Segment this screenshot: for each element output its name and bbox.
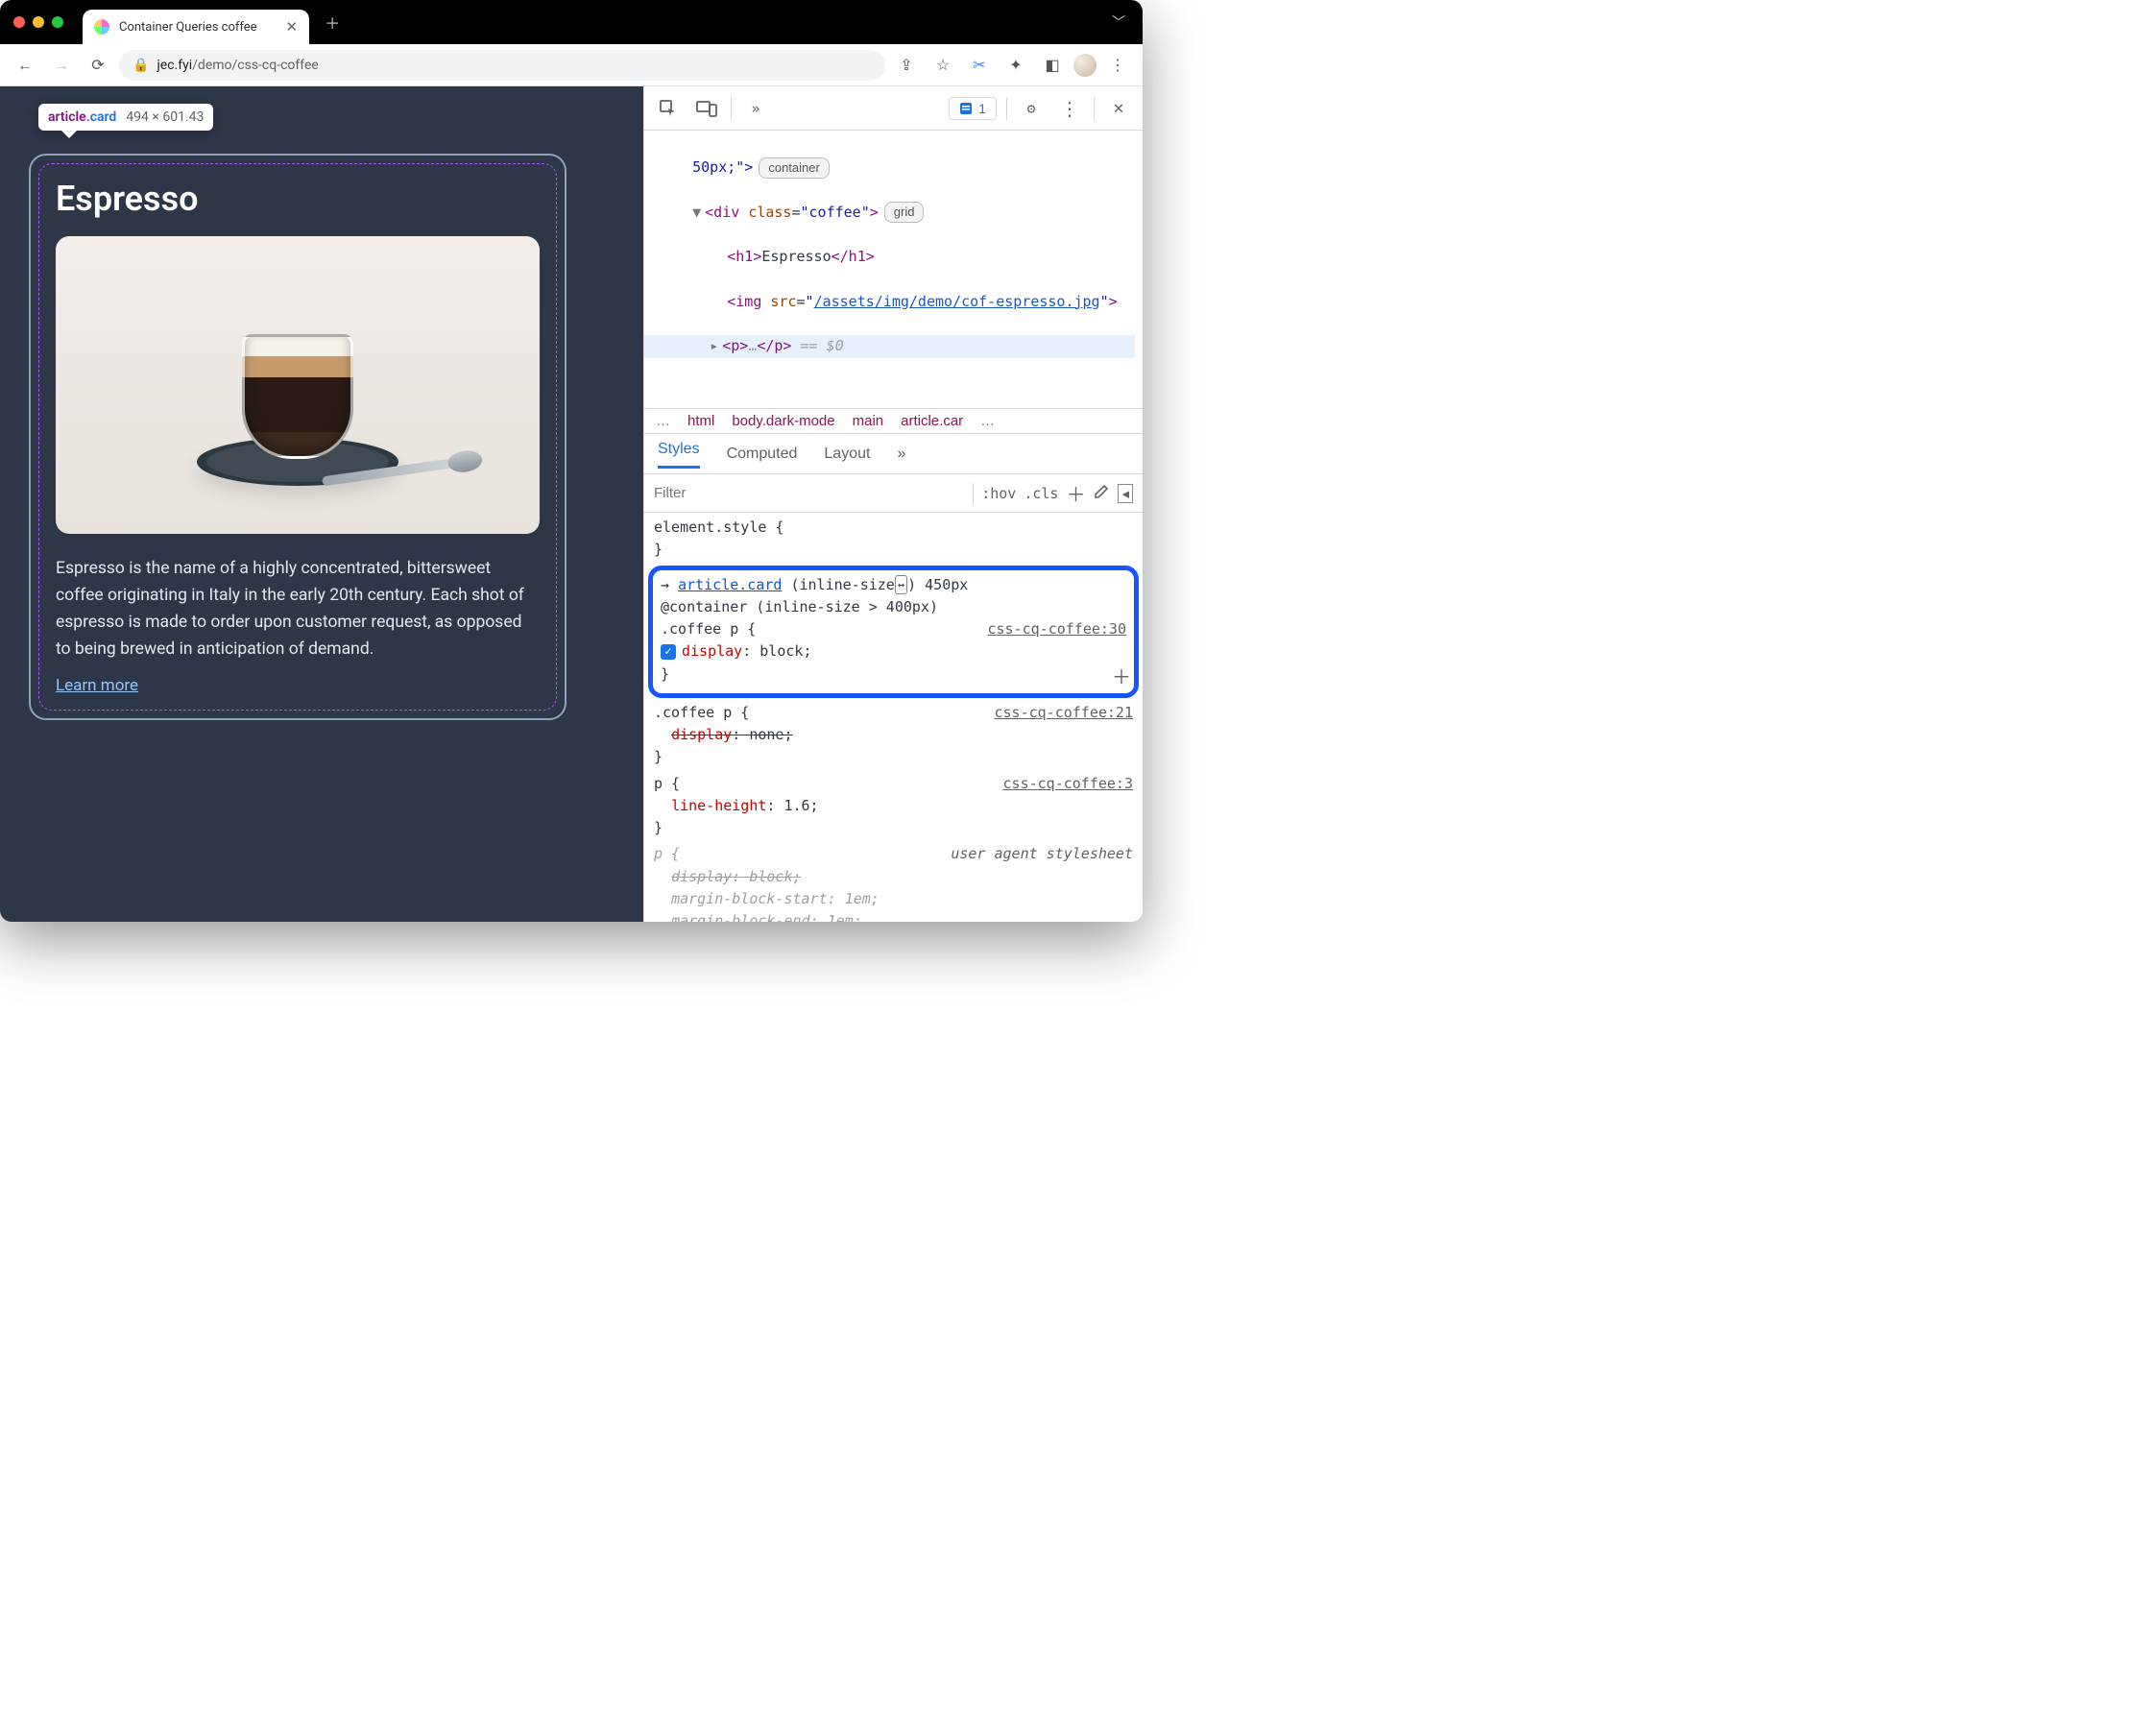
url-path: /demo/css-cq-coffee xyxy=(192,58,319,73)
card-image xyxy=(56,236,540,534)
source-link[interactable]: css-cq-coffee:21 xyxy=(995,702,1134,724)
tab-title: Container Queries coffee xyxy=(119,20,257,35)
tab-styles[interactable]: Styles xyxy=(658,441,700,469)
selected-element-row[interactable]: ▸<p>…</p> == $0 xyxy=(644,335,1135,357)
gear-icon: ⚙ xyxy=(1026,100,1035,117)
browser-window: Container Queries coffee ✕ ＋ ﹀ ← → ⟳ 🔒 j… xyxy=(0,0,1143,922)
title-bar: Container Queries coffee ✕ ＋ ﹀ xyxy=(0,0,1143,44)
tabs-overflow-icon[interactable]: ﹀ xyxy=(1112,12,1125,32)
p-rule[interactable]: p { css-cq-coffee:3 line-height: 1.6; } xyxy=(654,773,1133,840)
cq-rule[interactable]: → article.card (inline-size↔) 450px @con… xyxy=(661,574,1126,686)
element-inspector-tooltip: article.card 494 × 601.43 xyxy=(38,104,213,131)
breadcrumb-overflow-right[interactable]: … xyxy=(980,413,995,429)
profile-avatar[interactable] xyxy=(1073,54,1097,77)
crumb-body[interactable]: body.dark-mode xyxy=(732,413,834,429)
new-style-rule-button[interactable]: ＋ xyxy=(1066,479,1085,507)
settings-button[interactable]: ⚙ xyxy=(1017,94,1046,123)
cls-toggle[interactable]: .cls xyxy=(1024,485,1058,502)
ua-source: user agent stylesheet xyxy=(951,843,1133,865)
devtools-close-button[interactable]: ✕ xyxy=(1104,94,1133,123)
url-domain: jec.fyi xyxy=(157,58,192,73)
new-tab-button[interactable]: ＋ xyxy=(319,9,346,36)
devtools-panel: » 1 ⚙ ⋮ ✕ 50px;">container ▼<div class="… xyxy=(643,86,1143,922)
window-minimize-button[interactable] xyxy=(33,16,44,28)
crumb-html[interactable]: html xyxy=(687,413,714,429)
devtools-top-toolbar: » 1 ⚙ ⋮ ✕ xyxy=(644,86,1143,131)
back-button[interactable]: ← xyxy=(10,50,40,81)
crumb-article[interactable]: article.car xyxy=(901,413,963,429)
favicon-icon xyxy=(94,19,109,35)
ua-rule[interactable]: p { user agent stylesheet display: block… xyxy=(654,843,1133,922)
tooltip-selector-class: .card xyxy=(86,109,117,125)
device-toolbar-button[interactable] xyxy=(692,94,721,123)
cq-container-link[interactable]: article.card xyxy=(678,576,782,593)
container-query-rule-highlighted: → article.card (inline-size↔) 450px @con… xyxy=(648,566,1139,698)
paint-flash-button[interactable] xyxy=(1093,483,1110,504)
devtools-menu-button[interactable]: ⋮ xyxy=(1055,94,1084,123)
elements-tree[interactable]: 50px;">container ▼<div class="coffee">gr… xyxy=(644,131,1143,409)
card-paragraph: Espresso is the name of a highly concent… xyxy=(56,555,540,663)
tab-computed[interactable]: Computed xyxy=(727,446,798,463)
issues-button[interactable]: 1 xyxy=(949,97,997,120)
styles-panel[interactable]: element.style {} → article.card (inline-… xyxy=(644,513,1143,922)
tab-close-icon[interactable]: ✕ xyxy=(286,18,299,36)
crumb-main[interactable]: main xyxy=(853,413,884,429)
learn-more-link[interactable]: Learn more xyxy=(56,676,138,695)
browser-tab[interactable]: Container Queries coffee ✕ xyxy=(83,10,309,44)
inline-size-icon: ↔ xyxy=(895,575,907,595)
extensions-button[interactable]: ✦ xyxy=(1000,50,1031,81)
extension-scissors-icon[interactable]: ✂︎ xyxy=(964,50,995,81)
coffee-p-rule[interactable]: .coffee p { css-cq-coffee:21 display: no… xyxy=(654,702,1133,769)
window-close-button[interactable] xyxy=(13,16,25,28)
grid-badge[interactable]: grid xyxy=(884,202,925,223)
styles-filter-input[interactable] xyxy=(654,485,965,501)
styles-tabs: Styles Computed Layout » xyxy=(644,434,1143,474)
styles-filter-bar: :hov .cls ＋ ◂ xyxy=(644,474,1143,513)
inspect-element-button[interactable] xyxy=(654,94,683,123)
property-toggle-checkbox[interactable]: ✓ xyxy=(661,644,676,660)
webpage-viewport: article.card 494 × 601.43 Espresso Espre… xyxy=(0,86,643,922)
element-style-rule[interactable]: element.style {} xyxy=(654,517,1133,562)
forward-button[interactable]: → xyxy=(46,50,77,81)
lock-icon: 🔒 xyxy=(133,58,149,73)
address-bar[interactable]: 🔒 jec.fyi/demo/css-cq-coffee xyxy=(119,50,885,81)
add-property-button[interactable]: ＋ xyxy=(1112,663,1131,693)
card-heading: Espresso xyxy=(56,179,540,219)
hov-toggle[interactable]: :hov xyxy=(981,485,1016,502)
issues-count: 1 xyxy=(978,101,986,116)
share-button[interactable]: ⇪ xyxy=(891,50,922,81)
window-maximize-button[interactable] xyxy=(52,16,63,28)
source-link[interactable]: css-cq-coffee:3 xyxy=(1003,773,1133,795)
more-tabs-button[interactable]: » xyxy=(741,94,770,123)
source-link[interactable]: css-cq-coffee:30 xyxy=(988,618,1127,640)
toolbar: ← → ⟳ 🔒 jec.fyi/demo/css-cq-coffee ⇪ ☆ ✂… xyxy=(0,44,1143,86)
breadcrumb[interactable]: … html body.dark-mode main article.car … xyxy=(644,409,1143,434)
reload-button[interactable]: ⟳ xyxy=(83,50,113,81)
traffic-lights xyxy=(13,16,63,28)
container-badge[interactable]: container xyxy=(759,157,829,179)
bookmark-button[interactable]: ☆ xyxy=(928,50,958,81)
more-style-tabs[interactable]: » xyxy=(897,446,905,463)
tooltip-dimensions: 494 × 601.43 xyxy=(126,109,204,125)
collapse-pane-button[interactable]: ◂ xyxy=(1118,484,1133,503)
browser-menu-button[interactable]: ⋮ xyxy=(1102,50,1133,81)
article-card: Espresso Espresso is the name of a highl… xyxy=(29,154,566,720)
breadcrumb-overflow-left[interactable]: … xyxy=(656,413,670,429)
side-panel-button[interactable]: ◧ xyxy=(1037,50,1068,81)
tab-layout[interactable]: Layout xyxy=(824,446,870,463)
tooltip-selector-tag: article xyxy=(48,109,86,125)
